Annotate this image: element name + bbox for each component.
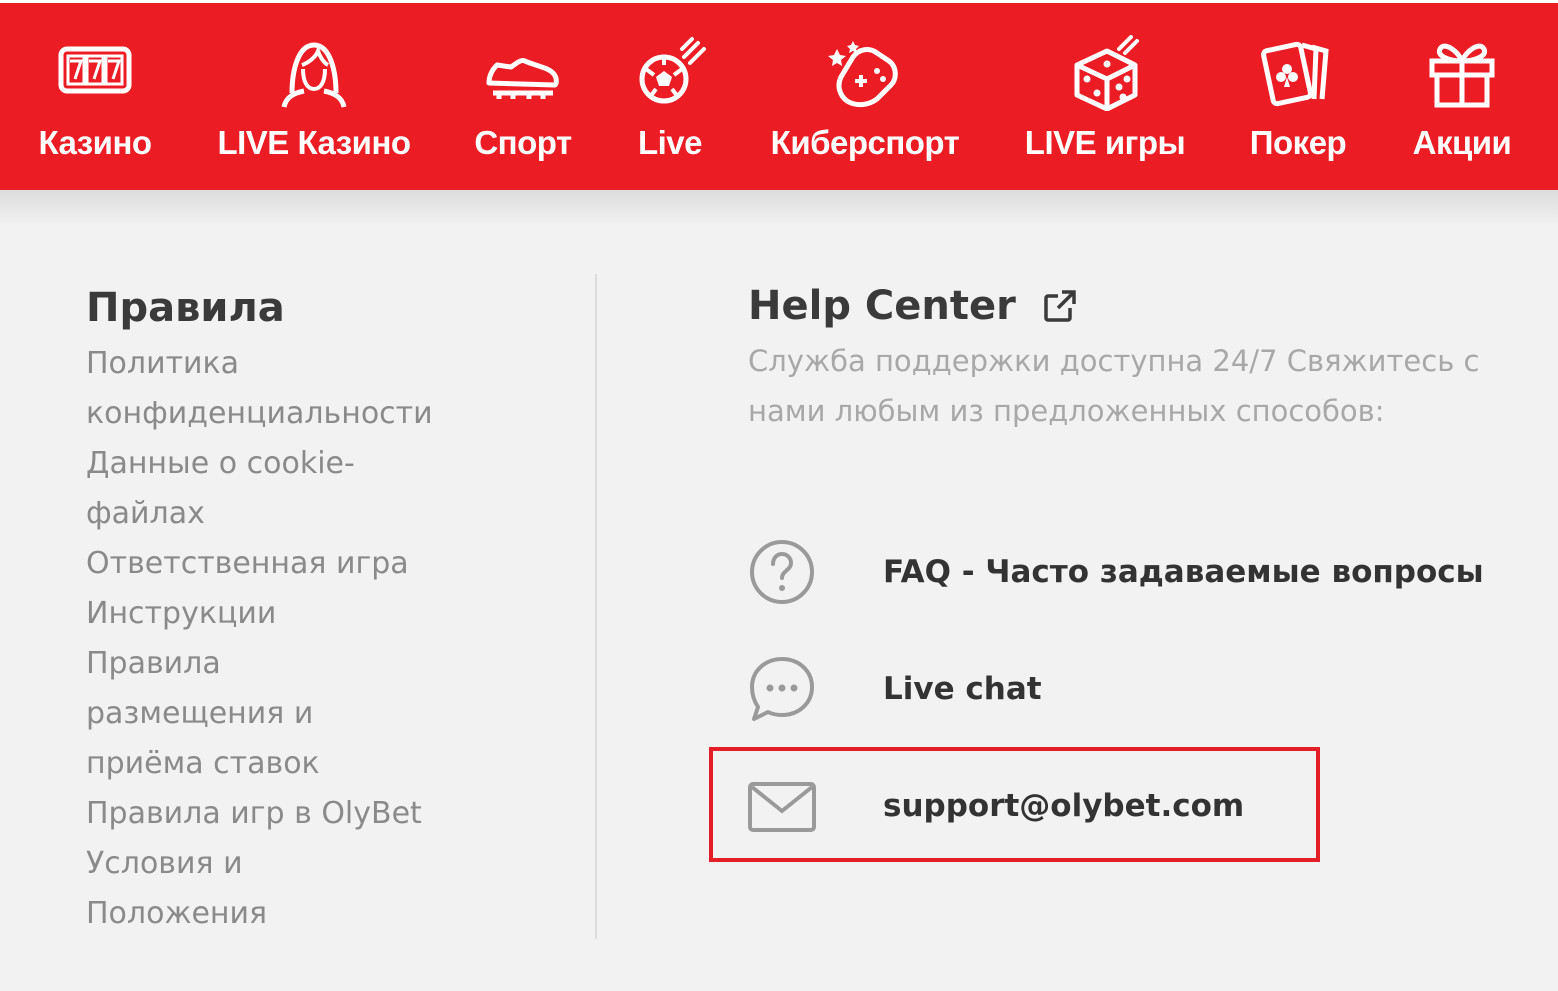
top-navigation: Казино LIVE Казино Спорт Live Киберспорт… — [0, 0, 1558, 190]
playing-cards-icon — [1260, 35, 1336, 111]
rules-section: Правила Политика конфиденциальности Данн… — [86, 280, 556, 939]
live-chat-link[interactable]: Live chat — [748, 655, 1042, 723]
nav-label: Покер — [1249, 124, 1347, 161]
nav-item-promotions[interactable]: Акции — [1400, 3, 1524, 190]
nav-shadow — [0, 190, 1558, 226]
nav-label: Спорт — [474, 124, 572, 161]
link-privacy-policy[interactable]: Политика конфиденциальности — [86, 339, 456, 439]
chat-bubble-icon — [750, 657, 814, 721]
help-center-header[interactable]: Help Center — [748, 278, 1528, 334]
help-center-title: Help Center — [748, 283, 1016, 329]
help-center-section: Help Center Служба поддержки доступна 24… — [748, 278, 1528, 436]
link-cookie-data[interactable]: Данные о cookie-файлах — [86, 439, 386, 539]
dice-icon — [1067, 35, 1143, 111]
nav-label: Казино — [38, 124, 152, 161]
nav-item-poker[interactable]: Покер — [1238, 3, 1358, 190]
question-circle-icon — [750, 540, 814, 604]
rules-title: Правила — [86, 285, 285, 331]
nav-label: Live — [637, 124, 703, 161]
email-highlight-box — [709, 747, 1320, 862]
faq-label: FAQ - Часто задаваемые вопросы — [883, 554, 1484, 590]
football-boot-icon — [485, 35, 561, 111]
gift-icon — [1424, 35, 1500, 111]
link-betting-rules[interactable]: Правила размещения и приёма ставок — [86, 639, 346, 789]
live-chat-label: Live chat — [883, 671, 1042, 707]
nav-label: LIVE Казино — [217, 124, 411, 161]
link-game-rules[interactable]: Правила игр в OlyBet — [86, 789, 456, 839]
faq-link[interactable]: FAQ - Часто задаваемые вопросы — [748, 538, 1484, 606]
nav-item-live-casino[interactable]: LIVE Казино — [204, 3, 424, 190]
nav-item-casino[interactable]: Казино — [28, 3, 162, 190]
nav-label: Акции — [1412, 124, 1512, 161]
nav-label: LIVE игры — [1024, 124, 1186, 161]
flying-soccer-ball-icon — [632, 35, 708, 111]
slot-machine-777-icon — [57, 35, 133, 111]
link-terms-conditions[interactable]: Условия и Положения — [86, 839, 286, 939]
nav-item-live[interactable]: Live — [628, 3, 712, 190]
gamepad-icon — [827, 35, 903, 111]
help-center-description: Служба поддержки доступна 24/7 Свяжитесь… — [748, 344, 1480, 428]
nav-label: Киберспорт — [770, 124, 960, 161]
column-divider — [595, 274, 597, 939]
link-responsible-gaming[interactable]: Ответственная игра — [86, 539, 456, 589]
external-link-icon — [1044, 290, 1076, 322]
nav-item-esports[interactable]: Киберспорт — [756, 3, 974, 190]
nav-item-live-games[interactable]: LIVE игры — [1012, 3, 1198, 190]
rules-links: Политика конфиденциальности Данные о coo… — [86, 339, 556, 939]
nav-item-sport[interactable]: Спорт — [466, 3, 580, 190]
link-instructions[interactable]: Инструкции — [86, 589, 456, 639]
live-dealer-woman-icon — [276, 35, 352, 111]
